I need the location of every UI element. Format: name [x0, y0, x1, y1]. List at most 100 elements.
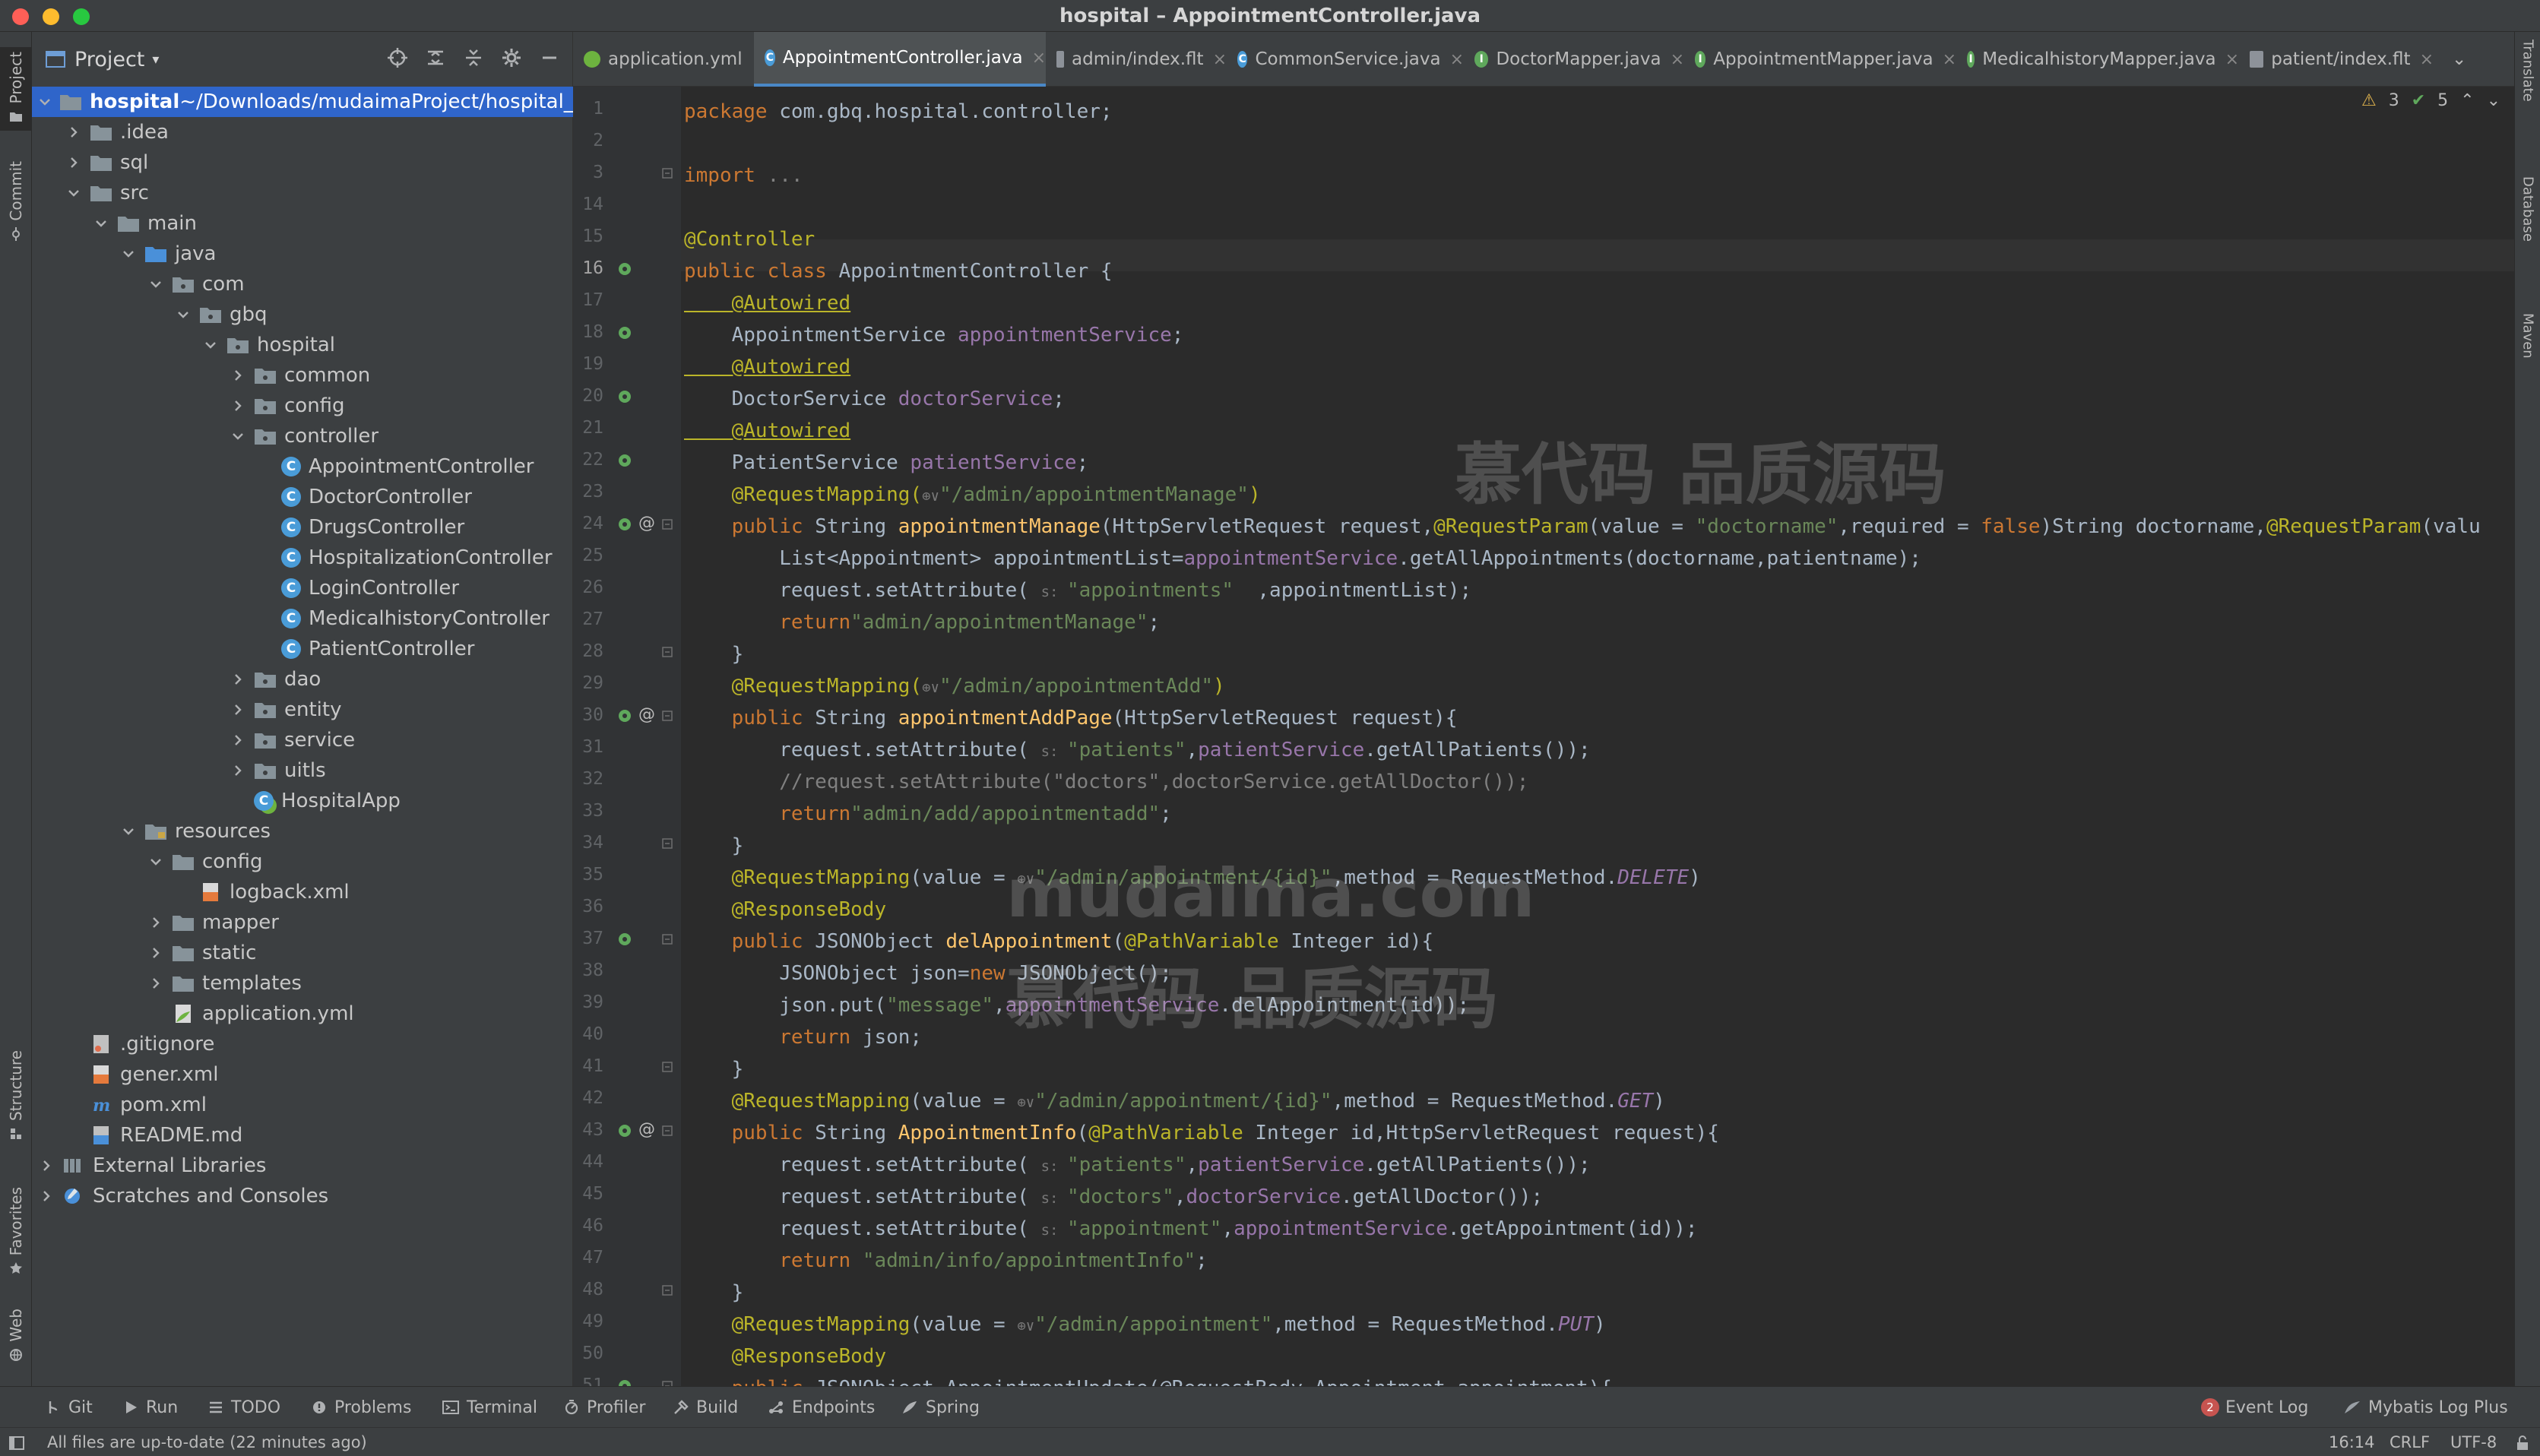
tree-item[interactable]: config	[32, 847, 573, 877]
line-number[interactable]: 22	[573, 450, 603, 470]
tree-item[interactable]: templates	[32, 968, 573, 999]
line-number[interactable]: 32	[573, 769, 603, 789]
fold-icon[interactable]	[661, 837, 676, 853]
chevron-right-icon[interactable]	[230, 397, 246, 414]
tree-item[interactable]: Scratches and Consoles	[32, 1181, 573, 1211]
endpoint-icon[interactable]: @	[638, 705, 655, 724]
caret-position[interactable]: 16:14	[2329, 1428, 2375, 1456]
spring-bean-icon[interactable]	[617, 325, 632, 340]
code-line[interactable]: import ...	[684, 160, 803, 191]
chevron-right-icon[interactable]	[65, 154, 82, 171]
fold-icon[interactable]	[661, 1380, 676, 1386]
code-line[interactable]: List<Appointment> appointmentList=appoin…	[684, 543, 1921, 574]
chevron-right-icon[interactable]	[147, 914, 164, 931]
code-line[interactable]: public String AppointmentInfo(@PathVaria…	[684, 1117, 1719, 1149]
chevron-right-icon[interactable]	[38, 1188, 55, 1204]
chevron-right-icon[interactable]	[230, 671, 246, 688]
code-line[interactable]: request.setAttribute( s: "appointments" …	[684, 574, 1471, 608]
line-separator[interactable]: CRLF	[2390, 1428, 2430, 1456]
line-number[interactable]: 41	[573, 1056, 603, 1076]
line-number[interactable]: 25	[573, 546, 603, 565]
tree-item[interactable]: C LoginController	[32, 573, 573, 603]
line-number[interactable]: 48	[573, 1280, 603, 1299]
line-number[interactable]: 17	[573, 290, 603, 310]
tree-item[interactable]: C HospitalApp	[32, 786, 573, 816]
tree-item[interactable]: C HospitalizationController	[32, 543, 573, 573]
line-number[interactable]: 31	[573, 737, 603, 757]
code-line[interactable]: //request.setAttribute("doctors",doctorS…	[684, 766, 1528, 798]
code-line[interactable]: @RequestMapping(⊕∨"/admin/appointmentMan…	[684, 479, 1261, 512]
code-line[interactable]: @RequestMapping(⊕∨"/admin/appointmentAdd…	[684, 670, 1225, 704]
chevron-down-icon[interactable]: ⌄	[2487, 91, 2500, 110]
line-number[interactable]: 34	[573, 833, 603, 853]
endpoint-icon[interactable]: @	[638, 514, 655, 533]
tree-item[interactable]: service	[32, 725, 573, 755]
editor-tab[interactable]: I AppointmentMapper.java ×	[1684, 32, 1956, 87]
locate-icon[interactable]	[387, 47, 408, 68]
tool-window-button[interactable]: Profiler	[564, 1387, 645, 1428]
expand-all-icon[interactable]	[425, 47, 446, 68]
editor-tab[interactable]: application.yml	[573, 32, 754, 87]
line-number[interactable]: 27	[573, 609, 603, 629]
endpoint-icon[interactable]: @	[638, 1120, 655, 1139]
spring-bean-icon[interactable]	[617, 708, 632, 723]
close-icon[interactable]: ×	[2225, 50, 2239, 69]
code-line[interactable]: PatientService patientService;	[684, 447, 1089, 479]
code-editor[interactable]: 1 2 3 14 15 16 17 18 19 20 21 22 23 24 @25 26 27 28 29 30 @3…	[573, 87, 2514, 1386]
close-icon[interactable]: ×	[1213, 50, 1227, 69]
code-line[interactable]: }	[684, 1053, 744, 1085]
chevron-right-icon[interactable]	[38, 1157, 55, 1174]
line-number[interactable]: 1	[573, 99, 603, 119]
editor-tab[interactable]: admin/index.flt ×	[1046, 32, 1227, 87]
tree-item[interactable]: m pom.xml	[32, 1090, 573, 1120]
mybatis-log-button[interactable]: Mybatis Log Plus	[2344, 1387, 2508, 1428]
chevron-down-icon[interactable]	[65, 185, 82, 201]
commit-tool-tab[interactable]: Commit	[0, 161, 32, 241]
chevron-right-icon[interactable]	[230, 732, 246, 749]
code-line[interactable]: @Controller	[684, 223, 815, 255]
chevron-down-icon[interactable]	[93, 215, 109, 232]
tool-window-button[interactable]: Endpoints	[768, 1387, 875, 1428]
spring-bean-icon[interactable]	[617, 1123, 632, 1138]
chevron-right-icon[interactable]	[230, 367, 246, 384]
chevron-right-icon[interactable]	[65, 124, 82, 141]
file-encoding[interactable]: UTF-8	[2450, 1428, 2497, 1456]
line-number[interactable]: 39	[573, 992, 603, 1012]
line-number[interactable]: 51	[573, 1375, 603, 1386]
tree-item[interactable]: hospital	[32, 330, 573, 360]
tree-item[interactable]: entity	[32, 695, 573, 725]
spring-bean-icon[interactable]	[617, 1378, 632, 1386]
tree-item[interactable]: java	[32, 239, 573, 269]
line-number[interactable]: 37	[573, 929, 603, 948]
tool-window-button[interactable]: TODO	[208, 1387, 280, 1428]
fold-icon[interactable]	[661, 646, 676, 661]
line-number[interactable]: 30	[573, 705, 603, 725]
line-number[interactable]: 40	[573, 1024, 603, 1044]
close-icon[interactable]: ×	[1671, 50, 1684, 69]
translate-tool-tab[interactable]: Translate	[2515, 40, 2540, 102]
fold-icon[interactable]	[661, 1284, 676, 1299]
tool-window-button[interactable]: Spring	[901, 1387, 980, 1428]
code-line[interactable]: @Autowired	[684, 351, 851, 383]
tree-item[interactable]: logback.xml	[32, 877, 573, 907]
code-line[interactable]: request.setAttribute( s: "appointment",a…	[684, 1213, 1697, 1246]
fold-icon[interactable]	[661, 933, 676, 948]
code-line[interactable]: return "admin/info/appointmentInfo";	[684, 1245, 1208, 1277]
code-line[interactable]: DoctorService doctorService;	[684, 383, 1065, 415]
editor-tab[interactable]: patient/index.flt ×	[2239, 32, 2434, 87]
tree-item[interactable]: uitls	[32, 755, 573, 786]
tree-item[interactable]: config	[32, 391, 573, 421]
project-panel-title[interactable]: Project	[74, 48, 144, 71]
line-number[interactable]: 23	[573, 482, 603, 502]
chevron-down-icon[interactable]	[147, 276, 164, 293]
chevron-right-icon[interactable]	[230, 762, 246, 779]
tree-item[interactable]: .idea	[32, 117, 573, 147]
database-tool-tab[interactable]: Database	[2515, 176, 2540, 242]
fold-icon[interactable]	[661, 710, 676, 725]
project-tool-tab[interactable]: Project	[0, 47, 32, 131]
hide-panel-icon[interactable]	[539, 47, 560, 68]
tree-item[interactable]: com	[32, 269, 573, 299]
chevron-down-icon[interactable]	[147, 853, 164, 870]
code-line[interactable]: }	[684, 830, 744, 862]
collapse-all-icon[interactable]	[463, 47, 484, 68]
